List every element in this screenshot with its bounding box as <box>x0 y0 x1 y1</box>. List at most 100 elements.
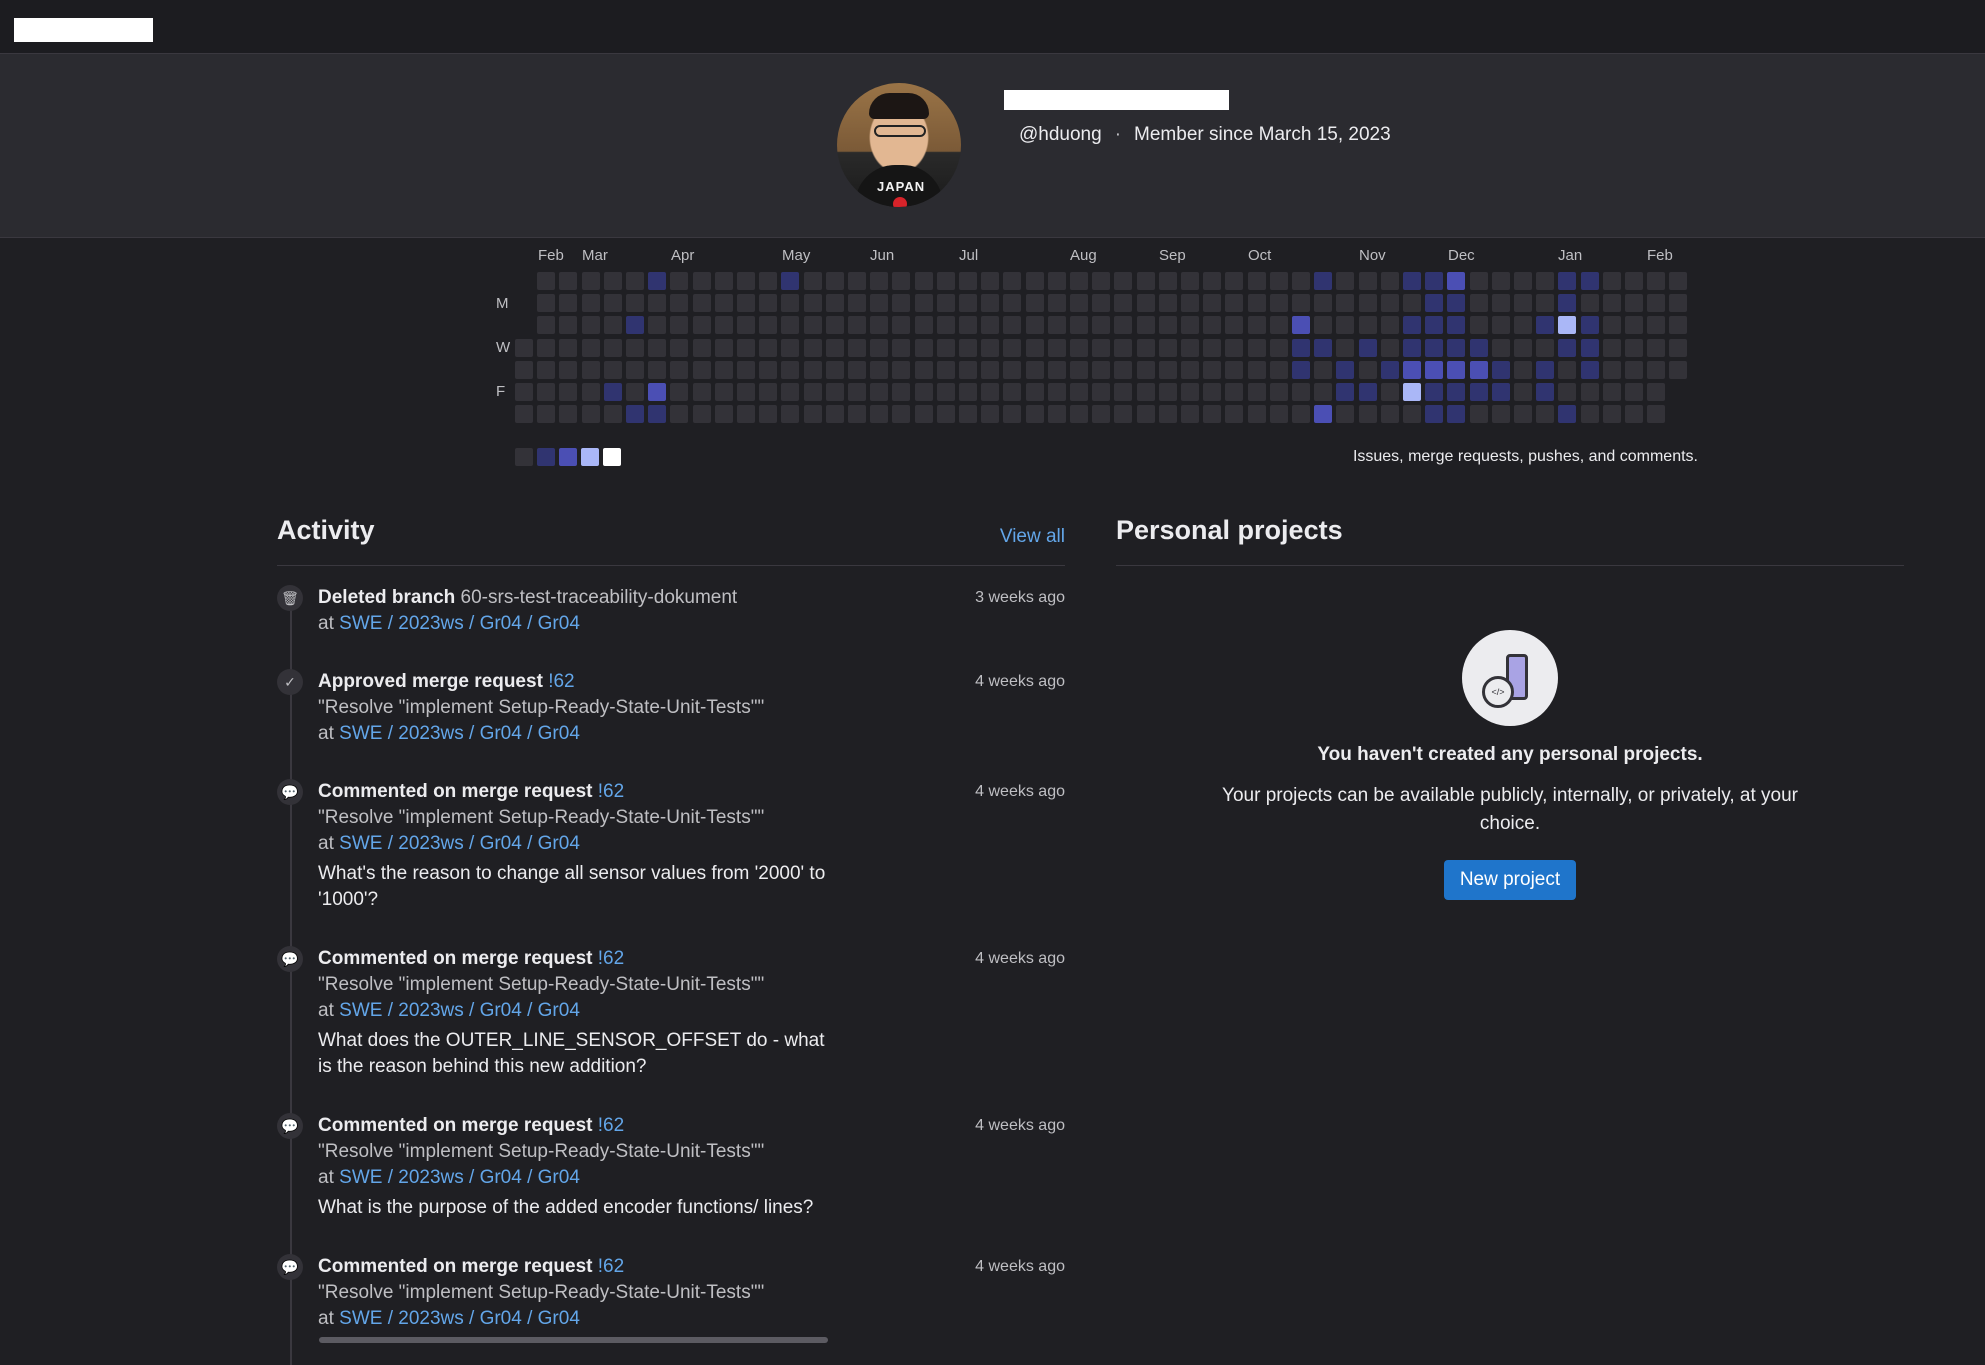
contribution-cell[interactable] <box>670 316 689 335</box>
contribution-cell[interactable] <box>1514 294 1532 313</box>
contribution-cell[interactable] <box>1602 405 1621 424</box>
contribution-cell[interactable] <box>1358 338 1377 357</box>
contribution-cell[interactable] <box>1514 360 1532 379</box>
merge-request-link[interactable]: !62 <box>548 671 574 692</box>
contribution-cell[interactable] <box>848 338 866 357</box>
contribution-cell[interactable] <box>848 383 866 401</box>
contribution-cell[interactable] <box>670 294 689 313</box>
contribution-cell[interactable] <box>1269 338 1288 357</box>
contribution-cell[interactable] <box>670 360 689 379</box>
contribution-cell[interactable] <box>1425 383 1444 401</box>
contribution-cell[interactable] <box>1247 272 1266 290</box>
contribution-cell[interactable] <box>936 405 955 424</box>
contribution-cell[interactable] <box>515 405 533 424</box>
contribution-cell[interactable] <box>959 294 977 313</box>
contribution-cell[interactable] <box>1558 272 1577 290</box>
contribution-cell[interactable] <box>1469 272 1488 290</box>
contribution-cell[interactable] <box>626 316 644 335</box>
contribution-cell[interactable] <box>1447 338 1466 357</box>
contribution-cell[interactable] <box>870 405 889 424</box>
contribution-cell[interactable] <box>1025 338 1044 357</box>
contribution-cell[interactable] <box>1447 360 1466 379</box>
contribution-cell[interactable] <box>1469 360 1488 379</box>
contribution-cell[interactable] <box>581 360 600 379</box>
contribution-cell[interactable] <box>515 338 533 357</box>
contribution-cell[interactable] <box>692 316 711 335</box>
contribution-cell[interactable] <box>1070 338 1088 357</box>
contribution-cell[interactable] <box>1647 405 1666 424</box>
contribution-cell[interactable] <box>759 383 778 401</box>
contribution-cell[interactable] <box>1358 272 1377 290</box>
contribution-cell[interactable] <box>1469 338 1488 357</box>
contribution-cell[interactable] <box>1269 383 1288 401</box>
contribution-cell[interactable] <box>1247 405 1266 424</box>
contribution-cell[interactable] <box>1380 272 1399 290</box>
contribution-cell[interactable] <box>1625 360 1643 379</box>
contribution-cell[interactable] <box>959 405 977 424</box>
contribution-cell[interactable] <box>759 294 778 313</box>
contribution-cell[interactable] <box>537 316 556 335</box>
contribution-cell[interactable] <box>1269 360 1288 379</box>
contribution-cell[interactable] <box>759 272 778 290</box>
contribution-cell[interactable] <box>692 272 711 290</box>
contribution-cell[interactable] <box>1203 316 1222 335</box>
contribution-cell[interactable] <box>1158 405 1177 424</box>
contribution-cell[interactable] <box>1625 316 1643 335</box>
contribution-cell[interactable] <box>1625 405 1643 424</box>
contribution-cell[interactable] <box>1114 272 1133 290</box>
contribution-cell[interactable] <box>692 383 711 401</box>
contribution-cell[interactable] <box>914 360 933 379</box>
contribution-cell[interactable] <box>1669 360 1688 379</box>
contribution-cell[interactable] <box>1092 383 1111 401</box>
contribution-cell[interactable] <box>914 338 933 357</box>
contribution-cell[interactable] <box>1225 272 1244 290</box>
contribution-cell[interactable] <box>1003 383 1022 401</box>
contribution-cell[interactable] <box>1158 294 1177 313</box>
contribution-cell[interactable] <box>537 405 556 424</box>
contribution-cell[interactable] <box>892 316 911 335</box>
contribution-cell[interactable] <box>1380 360 1399 379</box>
contribution-cell[interactable] <box>537 294 556 313</box>
contribution-cell[interactable] <box>1003 405 1022 424</box>
contribution-cell[interactable] <box>781 316 800 335</box>
contribution-cell[interactable] <box>1158 338 1177 357</box>
contribution-cell[interactable] <box>648 405 667 424</box>
contribution-cell[interactable] <box>781 338 800 357</box>
merge-request-link[interactable]: !62 <box>598 781 624 802</box>
contribution-cell[interactable] <box>1514 316 1532 335</box>
contribution-cell[interactable] <box>1403 405 1421 424</box>
contribution-cell[interactable] <box>870 338 889 357</box>
contribution-cell[interactable] <box>1070 294 1088 313</box>
contribution-cell[interactable] <box>914 405 933 424</box>
contribution-cell[interactable] <box>1536 272 1555 290</box>
contribution-cell[interactable] <box>737 272 755 290</box>
avatar[interactable]: JAPAN <box>837 83 961 207</box>
contribution-cell[interactable] <box>559 338 578 357</box>
contribution-cell[interactable] <box>1314 316 1333 335</box>
contribution-cell[interactable] <box>714 272 733 290</box>
contribution-cell[interactable] <box>1380 383 1399 401</box>
contribution-cell[interactable] <box>670 272 689 290</box>
contribution-cell[interactable] <box>1314 272 1333 290</box>
contribution-cell[interactable] <box>936 272 955 290</box>
contribution-cell[interactable] <box>1647 272 1666 290</box>
contribution-cell[interactable] <box>1536 405 1555 424</box>
contribution-cell[interactable] <box>1447 405 1466 424</box>
contribution-cell[interactable] <box>1647 383 1666 401</box>
contribution-cell[interactable] <box>1136 338 1155 357</box>
contribution-cell[interactable] <box>1181 405 1199 424</box>
contribution-cell[interactable] <box>1181 338 1199 357</box>
contribution-cell[interactable] <box>1136 316 1155 335</box>
contribution-cell[interactable] <box>1025 272 1044 290</box>
contribution-cell[interactable] <box>803 383 822 401</box>
contribution-cell[interactable] <box>692 294 711 313</box>
contribution-cell[interactable] <box>1336 338 1355 357</box>
contribution-cell[interactable] <box>581 338 600 357</box>
contribution-cell[interactable] <box>1114 294 1133 313</box>
project-link[interactable]: SWE / 2023ws / Gr04 / Gr04 <box>339 833 580 854</box>
contribution-cell[interactable] <box>1536 383 1555 401</box>
contribution-cell[interactable] <box>1425 405 1444 424</box>
contribution-cell[interactable] <box>1047 360 1066 379</box>
contribution-cell[interactable] <box>1403 338 1421 357</box>
contribution-cell[interactable] <box>848 405 866 424</box>
